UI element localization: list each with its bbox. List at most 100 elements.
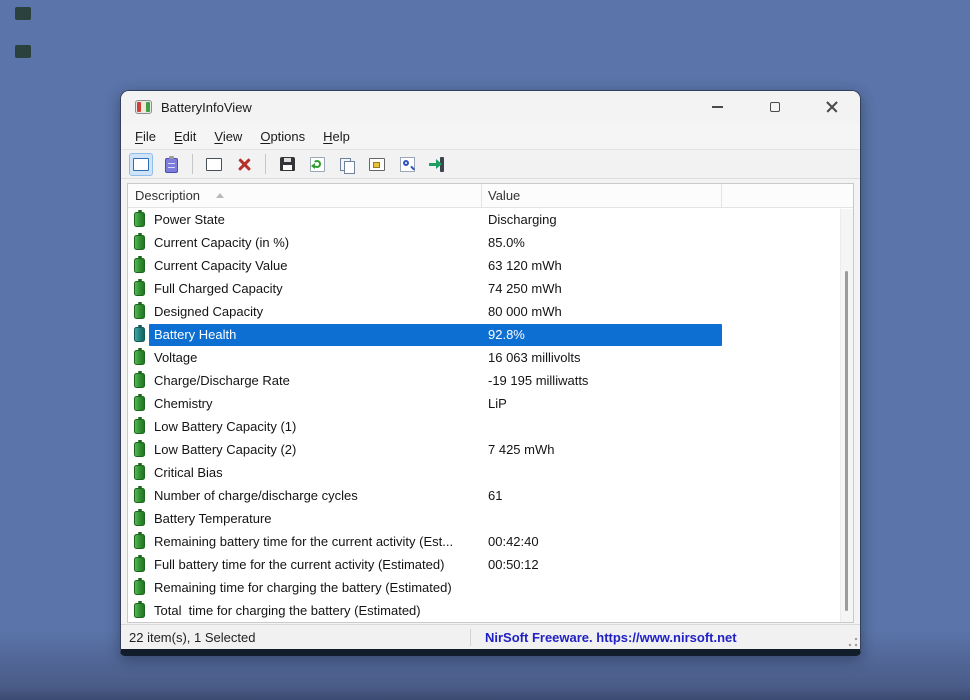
show-battery-log-button[interactable] [159, 153, 183, 176]
value-header-label: Value [488, 188, 521, 203]
toolbar-separator [265, 154, 266, 174]
row-description: Charge/Discharge Rate [154, 372, 290, 388]
properties-window-button[interactable] [202, 153, 226, 176]
maximize-button[interactable] [746, 91, 803, 123]
copy-icon [339, 157, 355, 174]
advanced-properties-button[interactable] [365, 153, 389, 176]
row-description: Designed Capacity [154, 303, 264, 319]
minimize-button[interactable] [689, 91, 746, 123]
row-value: 7 425 mWh [488, 441, 555, 457]
row-description: Battery Health [154, 326, 237, 342]
nirsoft-link[interactable]: NirSoft Freeware. https://www.nirsoft.ne… [471, 630, 737, 645]
table-row[interactable]: Remaining battery time for the current a… [128, 530, 853, 553]
table-row[interactable]: Power State Discharging [128, 208, 853, 231]
battery-icon [134, 348, 145, 365]
battery-icon [134, 394, 145, 411]
row-value: 16 063 millivolts [488, 349, 581, 365]
menu-view[interactable]: View [205, 125, 251, 148]
refresh-icon [309, 156, 325, 172]
clipboard-icon [164, 155, 178, 173]
desktop-icon[interactable] [15, 7, 31, 20]
battery-icon [134, 532, 145, 549]
value-column-header[interactable]: Value [482, 184, 722, 207]
battery-info-icon [133, 157, 149, 171]
battery-icon [134, 601, 145, 618]
table-row[interactable]: Battery Health 92.8% [128, 323, 853, 346]
title-bar[interactable]: BatteryInfoView [121, 91, 860, 123]
description-column-header[interactable]: Description [128, 184, 482, 207]
battery-icon [134, 233, 145, 250]
row-value: LiP [488, 395, 507, 411]
battery-info-list: Description Value Power State Discharging… [127, 183, 854, 623]
battery-icon [134, 325, 145, 342]
table-row[interactable]: Designed Capacity 80 000 mWh [128, 300, 853, 323]
row-description: Current Capacity Value [154, 257, 288, 273]
row-description: Low Battery Capacity (1) [154, 418, 297, 434]
table-row[interactable]: Current Capacity Value 63 120 mWh [128, 254, 853, 277]
row-value: 92.8% [488, 326, 525, 342]
row-description: Low Battery Capacity (2) [154, 441, 297, 457]
table-row[interactable]: Current Capacity (in %) 85.0% [128, 231, 853, 254]
minimize-icon [712, 106, 723, 108]
description-header-label: Description [135, 188, 201, 203]
vertical-scrollbar[interactable] [840, 209, 853, 622]
row-description: Full battery time for the current activi… [154, 556, 445, 572]
table-row[interactable]: Low Battery Capacity (1) [128, 415, 853, 438]
table-row[interactable]: Total time for charging the battery (Est… [128, 599, 853, 622]
row-value: 63 120 mWh [488, 257, 562, 273]
show-battery-info-button[interactable] [129, 152, 153, 176]
row-description: Total time for charging the battery (Est… [154, 602, 421, 618]
row-description: Critical Bias [154, 464, 223, 480]
row-value: 00:50:12 [488, 556, 539, 572]
menu-edit[interactable]: Edit [165, 125, 205, 148]
battery-icon [134, 509, 145, 526]
toolbar-separator [192, 154, 193, 174]
exit-button[interactable] [425, 153, 449, 176]
table-row[interactable]: Critical Bias [128, 461, 853, 484]
properties-window-icon [206, 157, 222, 171]
table-row[interactable]: Voltage 16 063 millivolts [128, 346, 853, 369]
table-row[interactable]: Low Battery Capacity (2) 7 425 mWh [128, 438, 853, 461]
row-value: 00:42:40 [488, 533, 539, 549]
battery-icon [134, 371, 145, 388]
scrollbar-thumb[interactable] [845, 271, 848, 611]
properties-sheet-icon [369, 157, 385, 171]
row-description: Full Charged Capacity [154, 280, 283, 296]
resize-grip-icon[interactable] [848, 637, 858, 647]
copy-button[interactable] [335, 153, 359, 176]
table-row[interactable]: Chemistry LiP [128, 392, 853, 415]
row-description: Number of charge/discharge cycles [154, 487, 358, 503]
table-row[interactable]: Full Charged Capacity 74 250 mWh [128, 277, 853, 300]
menu-options[interactable]: Options [251, 125, 314, 148]
row-value: 74 250 mWh [488, 280, 562, 296]
window-title: BatteryInfoView [161, 99, 252, 115]
status-bar: 22 item(s), 1 Selected NirSoft Freeware.… [121, 624, 860, 649]
battery-icon [134, 279, 145, 296]
delete-button[interactable] [232, 153, 256, 176]
close-icon [826, 101, 838, 113]
app-icon [135, 100, 152, 114]
table-row[interactable]: Number of charge/discharge cycles 61 [128, 484, 853, 507]
refresh-button[interactable] [305, 153, 329, 176]
maximize-icon [769, 102, 780, 112]
row-value: 80 000 mWh [488, 303, 562, 319]
menu-help[interactable]: Help [314, 125, 359, 148]
table-row[interactable]: Remaining time for charging the battery … [128, 576, 853, 599]
close-button[interactable] [803, 91, 860, 123]
battery-icon [134, 463, 145, 480]
sort-ascending-icon [216, 193, 225, 198]
row-value: Discharging [488, 211, 557, 227]
header-filler [722, 184, 853, 207]
row-description: Power State [154, 211, 225, 227]
table-row[interactable]: Charge/Discharge Rate -19 195 milliwatts [128, 369, 853, 392]
row-value: -19 195 milliwatts [488, 372, 589, 388]
save-button[interactable] [275, 153, 299, 176]
find-button[interactable] [395, 153, 419, 176]
save-icon [279, 157, 295, 171]
row-description: Battery Temperature [154, 510, 272, 526]
table-row[interactable]: Full battery time for the current activi… [128, 553, 853, 576]
items-count-text: 22 item(s), 1 Selected [129, 629, 256, 645]
desktop-icon[interactable] [15, 45, 31, 58]
menu-file[interactable]: File [126, 125, 165, 148]
table-row[interactable]: Battery Temperature [128, 507, 853, 530]
